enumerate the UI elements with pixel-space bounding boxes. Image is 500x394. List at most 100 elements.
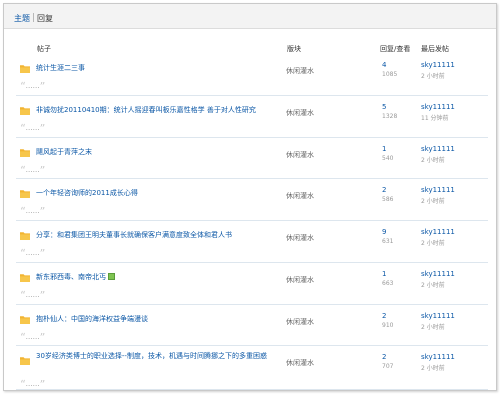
column-header-stats: 回复/查看 (380, 45, 411, 53)
folder-icon (20, 189, 30, 199)
last-poster-link[interactable]: sky11111 (421, 61, 455, 69)
view-count: 631 (382, 238, 394, 245)
folder-icon (20, 64, 30, 73)
folder-icon (20, 315, 30, 324)
topic-title-link[interactable]: 分享：和君集团王明夫董事长就确保客户满意度致全体和君人书 (36, 230, 276, 240)
topic-title-link[interactable]: 统计生涯二三事 (36, 63, 276, 73)
topic-title-text: 统计生涯二三事 (36, 64, 85, 72)
last-post-time: 2 小时前 (421, 73, 445, 80)
snippet-ellipsis: …… (25, 82, 40, 90)
tab-replies[interactable]: 回复 (37, 13, 53, 24)
last-post-time: 2 小时前 (421, 323, 445, 331)
last-post-time: 2 小时前 (421, 156, 445, 164)
quote-snippet: “……” (20, 248, 45, 259)
topic-title-text: 飓风起于青萍之末 (36, 147, 92, 156)
board-link[interactable]: 休闲灌水 (286, 275, 314, 285)
board-link[interactable]: 休闲灌水 (286, 66, 314, 76)
view-count: 586 (382, 196, 394, 204)
close-quote-icon: ” (39, 330, 46, 344)
folder-icon (20, 356, 30, 366)
board-link[interactable]: 休闲灌水 (286, 150, 314, 160)
reply-count[interactable]: 2 (382, 186, 386, 194)
close-quote-icon: ” (39, 288, 46, 302)
image-attachment-icon (108, 272, 115, 280)
board-link[interactable]: 休闲灌水 (286, 233, 314, 243)
quote-snippet: “……” (20, 290, 45, 301)
tab-topics[interactable]: 主题 (14, 13, 30, 24)
reply-count[interactable]: 9 (382, 228, 386, 236)
last-post-time: 2 小时前 (421, 365, 445, 373)
last-poster-link[interactable]: sky11111 (421, 353, 455, 361)
topic-title-link[interactable]: 一个年轻咨询师的2011成长心得 (36, 188, 276, 198)
close-quote-icon: ” (39, 247, 46, 260)
reply-count[interactable]: 2 (382, 353, 386, 361)
column-header-board: 版块 (287, 45, 301, 53)
reply-count[interactable]: 4 (382, 61, 386, 69)
folder-icon (20, 106, 30, 115)
topic-title-text: 分享：和君集团王明夫董事长就确保客户满意度致全体和君人书 (36, 231, 232, 239)
topic-row: 抱朴仙人：中国的海洋权益争端漫谈 休闲灌水 2 910 sky11111 2 小时前 “……… (16, 305, 488, 347)
folder-icon (20, 273, 30, 282)
reply-count[interactable]: 5 (382, 103, 386, 111)
last-post-time: 2 小时前 (421, 240, 445, 247)
last-poster-link[interactable]: sky11111 (421, 145, 455, 153)
reply-count[interactable]: 1 (382, 270, 386, 278)
topic-title-text: 30岁经济类博士的职业选择--制度，技术，机遇与时间腾挪之下的多重困惑 (36, 352, 267, 361)
last-post-time: 2 小时前 (421, 198, 445, 206)
topic-title-link[interactable]: 新东邪西毒、南帝北丐 (36, 272, 276, 282)
topic-row: 新东邪西毒、南帝北丐 休闲灌水 1 663 sky11111 2 小时前 “……” (16, 263, 488, 305)
snippet-ellipsis: …… (25, 332, 40, 341)
topic-title-text: 新东邪西毒、南帝北丐 (36, 272, 106, 281)
last-poster-link[interactable]: sky11111 (421, 270, 455, 278)
quote-snippet: “……” (20, 123, 45, 134)
close-quote-icon: ” (39, 121, 46, 135)
last-post-time: 2 小时前 (421, 281, 445, 289)
topic-row: 飓风起于青萍之末 休闲灌水 1 540 sky11111 2 小时前 “……” (16, 138, 488, 180)
topic-title-link[interactable]: 非诚勿扰20110410期：统计人摇迎春叫板乐嘉性格学 善于对人性研究 (36, 105, 276, 115)
snippet-ellipsis: …… (25, 290, 40, 299)
snippet-ellipsis: …… (25, 123, 40, 132)
board-link[interactable]: 休闲灌水 (286, 317, 314, 327)
snippet-ellipsis: …… (25, 165, 40, 174)
topic-list: 统计生涯二三事 休闲灌水 4 1085 sky11111 2 小时前 “……” 非诚勿扰201… (16, 54, 488, 391)
close-quote-icon: ” (39, 378, 46, 392)
topic-row: 分享：和君集团王明夫董事长就确保客户满意度致全体和君人书 休闲灌水 9 631 sky1… (16, 221, 488, 263)
topic-row: 统计生涯二三事 休闲灌水 4 1085 sky11111 2 小时前 “……” (16, 54, 488, 96)
last-poster-link[interactable]: sky11111 (421, 312, 455, 320)
topic-title-text: 非诚勿扰20110410期：统计人摇迎春叫板乐嘉性格学 善于对人性研究 (36, 105, 256, 114)
quote-snippet: “……” (20, 206, 45, 217)
board-link[interactable]: 休闲灌水 (286, 108, 314, 118)
last-poster-link[interactable]: sky11111 (421, 103, 455, 111)
last-poster-link[interactable]: sky11111 (421, 228, 455, 236)
board-link[interactable]: 休闲灌水 (286, 358, 314, 368)
topic-row: 非诚勿扰20110410期：统计人摇迎春叫板乐嘉性格学 善于对人性研究 休闲灌水 5… (16, 96, 488, 138)
reply-count[interactable]: 1 (382, 145, 386, 153)
view-count: 1328 (382, 112, 398, 120)
column-header-post: 帖子 (37, 45, 51, 53)
topic-title-link[interactable]: 抱朴仙人：中国的海洋权益争端漫谈 (36, 314, 276, 324)
topic-title-text: 抱朴仙人：中国的海洋权益争端漫谈 (36, 314, 148, 323)
quote-snippet: “……” (20, 379, 45, 390)
close-quote-icon: ” (39, 205, 46, 219)
snippet-ellipsis: …… (25, 249, 40, 257)
view-count: 707 (382, 363, 394, 371)
topic-title-link[interactable]: 30岁经济类博士的职业选择--制度，技术，机遇与时间腾挪之下的多重困惑 (36, 351, 276, 361)
tab-bar: 主题 回复 (4, 4, 496, 29)
quote-snippet: “……” (20, 165, 45, 176)
last-poster-link[interactable]: sky11111 (421, 186, 455, 194)
view-count: 663 (382, 279, 394, 287)
folder-icon (20, 148, 30, 157)
view-count: 540 (382, 154, 394, 162)
tab-divider (33, 13, 34, 22)
reply-count[interactable]: 2 (382, 312, 386, 320)
snippet-ellipsis: …… (25, 207, 40, 216)
topic-row: 一个年轻咨询师的2011成长心得 休闲灌水 2 586 sky11111 2 小时前 “……… (16, 179, 488, 221)
board-link[interactable]: 休闲灌水 (286, 191, 314, 201)
quote-snippet: “……” (20, 332, 45, 343)
topic-title-link[interactable]: 飓风起于青萍之末 (36, 147, 276, 157)
view-count: 1085 (382, 71, 398, 78)
last-post-time: 11 分钟前 (421, 114, 449, 122)
quote-snippet: “……” (20, 81, 45, 92)
topic-list-panel: 主题 回复 帖子 版块 回复/查看 最后发帖 统计生涯二三事 休闲灌水 4 1085 s… (3, 3, 497, 391)
snippet-ellipsis: …… (25, 380, 40, 389)
